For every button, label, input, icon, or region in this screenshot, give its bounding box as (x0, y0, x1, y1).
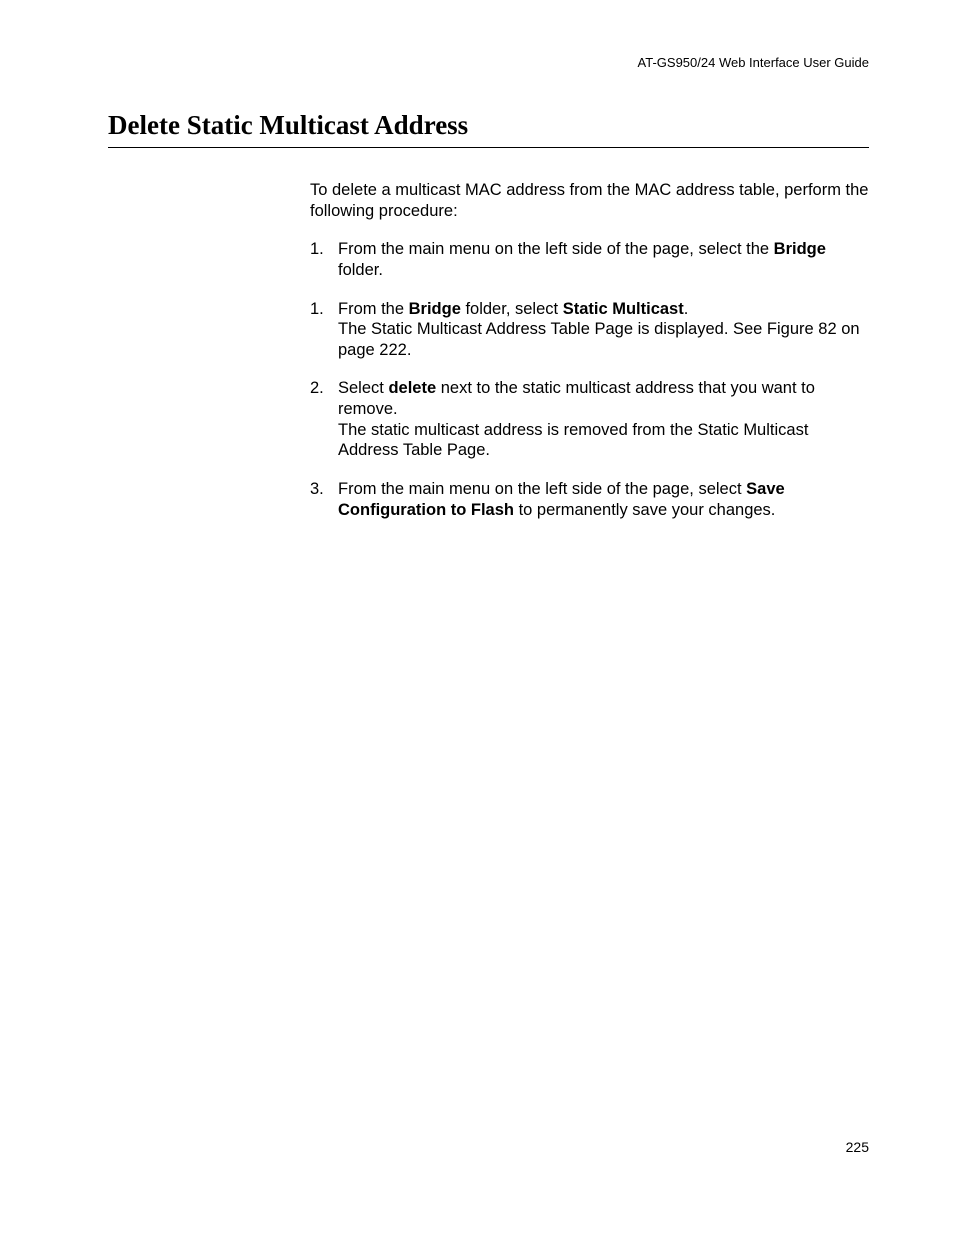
intro-paragraph: To delete a multicast MAC address from t… (310, 180, 869, 221)
step-body: From the main menu on the left side of t… (338, 239, 869, 280)
step-text: Select delete next to the static multica… (338, 378, 869, 419)
step-number: 3. (310, 479, 338, 520)
step-text: From the main menu on the left side of t… (338, 479, 869, 520)
step-number: 1. (310, 239, 338, 280)
step-text: From the main menu on the left side of t… (338, 239, 869, 280)
section-title: Delete Static Multicast Address (108, 110, 869, 148)
steps-list: 1.From the main menu on the left side of… (310, 239, 869, 520)
step-body: From the main menu on the left side of t… (338, 479, 869, 520)
step-item: 2.Select delete next to the static multi… (310, 378, 869, 461)
step-number: 1. (310, 299, 338, 361)
step-subtext: The Static Multicast Address Table Page … (338, 319, 869, 360)
step-item: 1.From the main menu on the left side of… (310, 239, 869, 280)
page-number: 225 (846, 1139, 869, 1155)
doc-header: AT-GS950/24 Web Interface User Guide (638, 55, 869, 70)
step-body: From the Bridge folder, select Static Mu… (338, 299, 869, 361)
step-subtext: The static multicast address is removed … (338, 420, 869, 461)
step-body: Select delete next to the static multica… (338, 378, 869, 461)
step-number: 2. (310, 378, 338, 461)
step-text: From the Bridge folder, select Static Mu… (338, 299, 869, 320)
step-item: 3.From the main menu on the left side of… (310, 479, 869, 520)
step-item: 1.From the Bridge folder, select Static … (310, 299, 869, 361)
body-content: To delete a multicast MAC address from t… (310, 180, 869, 538)
